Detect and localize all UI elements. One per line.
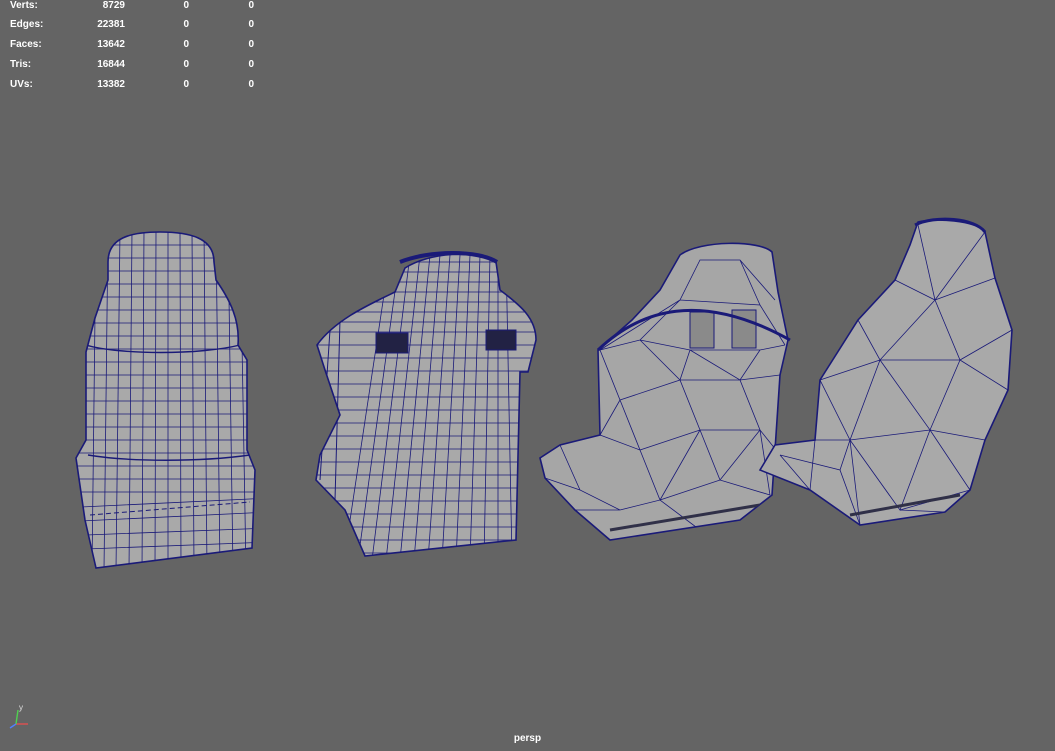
seat-model-3[interactable] <box>539 242 791 541</box>
camera-name-label: persp <box>513 733 542 744</box>
seat-model-2[interactable] <box>300 251 560 560</box>
seat-model-1[interactable] <box>60 230 270 570</box>
axis-y-label: y <box>19 703 23 712</box>
axis-gizmo-icon: y <box>9 703 28 729</box>
3d-viewport[interactable] <box>0 0 1055 751</box>
seat-model-4[interactable] <box>758 217 1013 526</box>
